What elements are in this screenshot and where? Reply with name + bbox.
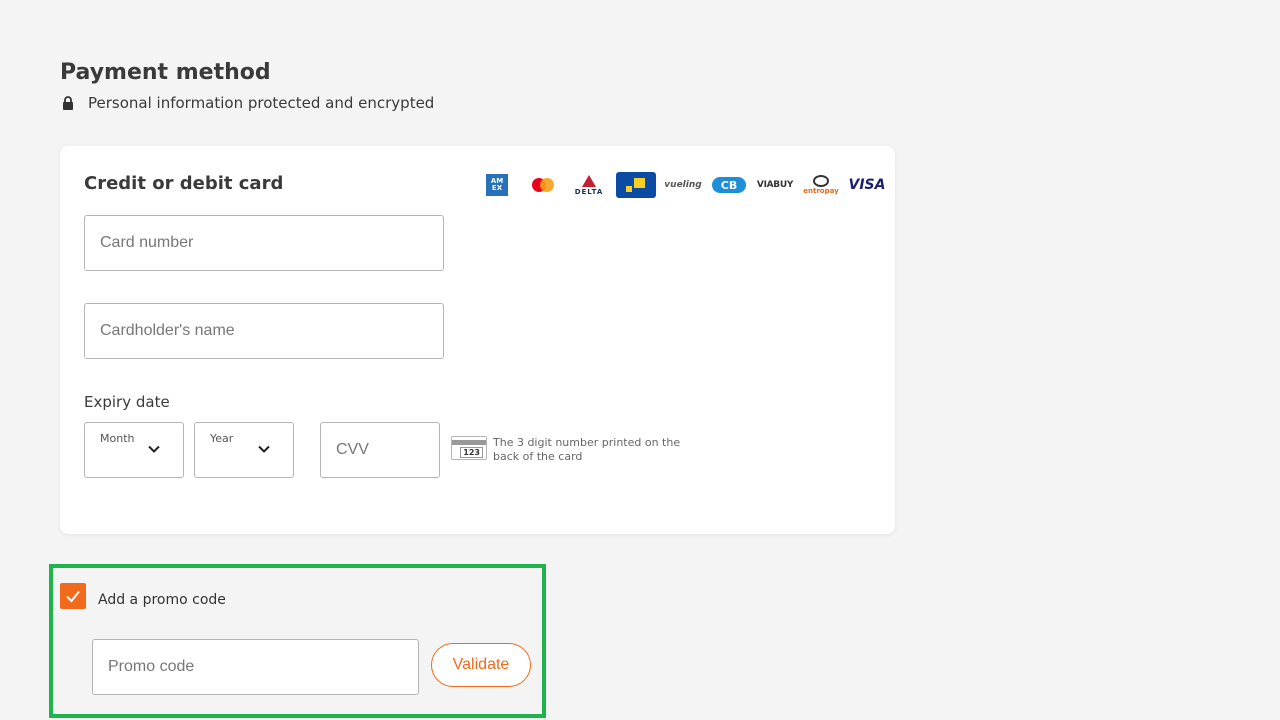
- cvv-input[interactable]: [320, 422, 440, 478]
- chevron-down-icon: [148, 445, 160, 453]
- card-panel: Credit or debit card AM EX DELTA vueling…: [60, 146, 895, 534]
- cb-logo: CB: [710, 172, 748, 198]
- delta-logo: DELTA: [570, 172, 608, 198]
- year-select-label: Year: [210, 432, 234, 445]
- expiry-date-label: Expiry date: [84, 393, 170, 411]
- month-select-label: Month: [100, 432, 135, 445]
- secure-note: Personal information protected and encry…: [60, 94, 434, 112]
- viabuy-logo: VIABUY: [756, 180, 794, 190]
- secure-note-text: Personal information protected and encry…: [88, 94, 435, 112]
- chevron-down-icon: [258, 445, 270, 453]
- validate-button[interactable]: Validate: [431, 643, 531, 687]
- promo-section: Add a promo code Validate: [49, 564, 546, 718]
- card-panel-title: Credit or debit card: [84, 173, 284, 194]
- mastercard-logo: [524, 172, 562, 198]
- month-select[interactable]: Month: [84, 422, 184, 478]
- checkmark-icon: [66, 590, 80, 603]
- year-select[interactable]: Year: [194, 422, 294, 478]
- cvv-hint-text: The 3 digit number printed on the back o…: [493, 436, 681, 463]
- entropay-logo: entropay: [802, 172, 840, 198]
- promo-checkbox[interactable]: [60, 583, 86, 609]
- promo-code-input[interactable]: [92, 639, 419, 695]
- cvv-hint: 123 The 3 digit number printed on the ba…: [451, 436, 698, 464]
- lock-icon: [63, 96, 73, 110]
- visa-logo: VISA: [848, 177, 886, 193]
- card-logos: AM EX DELTA vueling CB VIABUY entropay V…: [478, 172, 886, 198]
- vueling-logo: vueling: [664, 180, 702, 190]
- promo-checkbox-label: Add a promo code: [98, 592, 226, 608]
- page-title: Payment method: [60, 60, 271, 85]
- card-back-icon: 123: [451, 436, 487, 460]
- blue-card-logo: [616, 172, 656, 198]
- card-number-input[interactable]: [84, 215, 444, 271]
- cardholder-name-input[interactable]: [84, 303, 444, 359]
- amex-logo: AM EX: [478, 172, 516, 198]
